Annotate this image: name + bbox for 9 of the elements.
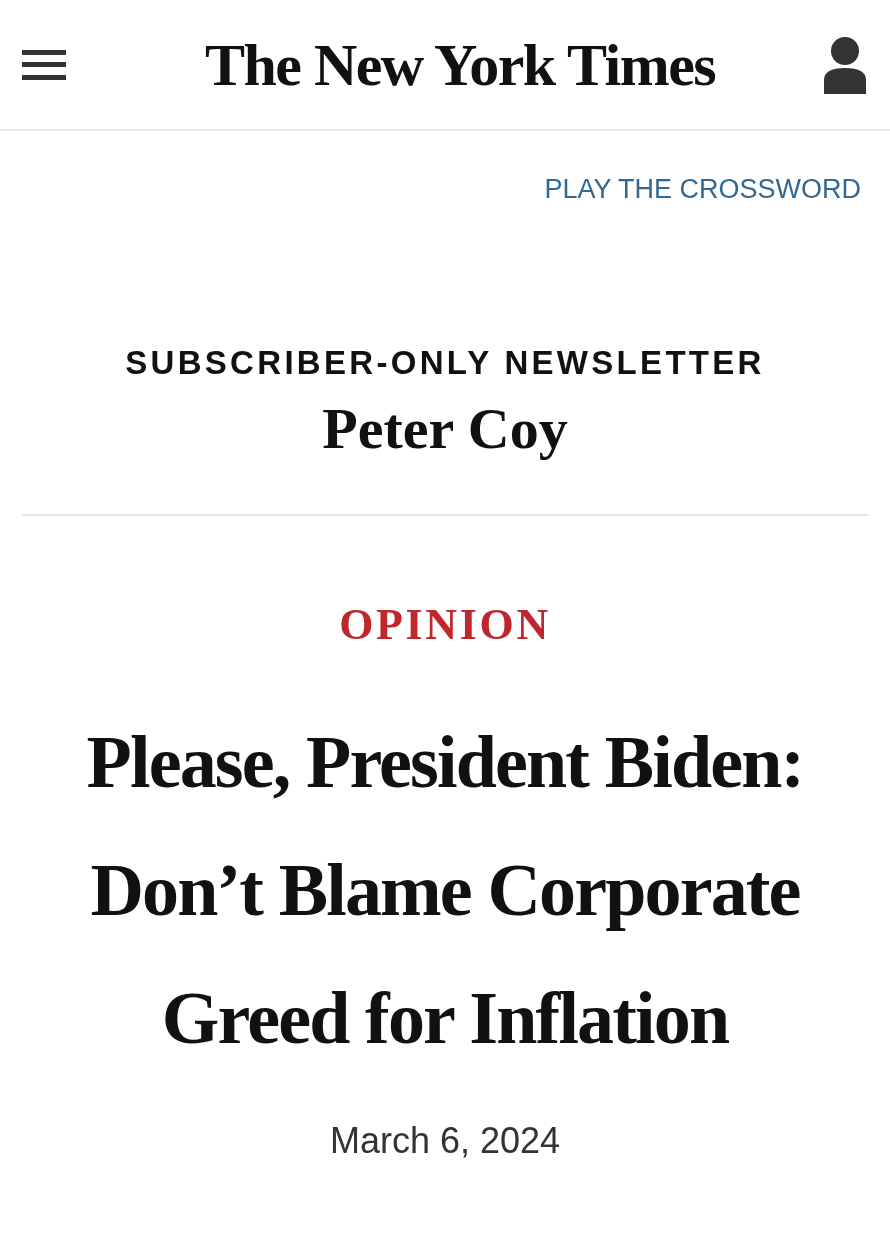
publish-date: March 6, 2024 xyxy=(329,1118,561,1163)
newsletter-author: Peter Coy xyxy=(322,395,568,463)
menu-icon[interactable] xyxy=(22,49,66,80)
site-logo[interactable]: The New York Times xyxy=(204,34,716,95)
headline: Please, President Biden: Don’t Blame Corporate Greed for Inflation xyxy=(85,719,805,1061)
newsletter-label: SUBSCRIBER-ONLY NEWSLETTER xyxy=(125,342,765,383)
crossword-link[interactable]: PLAY THE CROSSWORD xyxy=(544,169,861,210)
section-label[interactable]: OPINION xyxy=(339,591,551,658)
user-icon[interactable] xyxy=(822,35,868,94)
